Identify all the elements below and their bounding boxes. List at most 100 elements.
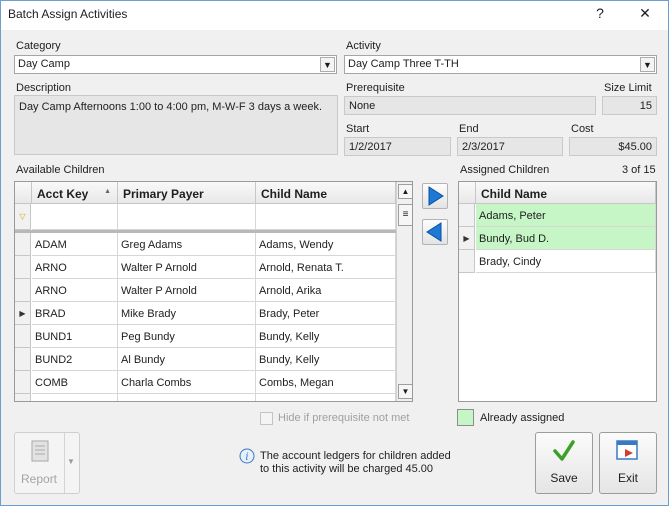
window-title: Batch Assign Activities [8, 7, 128, 21]
row-indicator[interactable] [15, 394, 31, 401]
add-to-assigned-button[interactable] [422, 183, 448, 209]
row-indicator-header [459, 182, 476, 204]
row-indicator[interactable] [15, 325, 31, 348]
exit-button[interactable]: Exit [599, 432, 657, 494]
current-row-indicator-icon[interactable]: ▶ [459, 227, 475, 250]
exit-button-label: Exit [617, 471, 638, 485]
table-cell[interactable]: Walter P Arnold [118, 256, 256, 279]
start-label: Start [346, 123, 370, 135]
end-field: 2/3/2017 [457, 137, 563, 156]
table-cell[interactable]: Bundy, Kelly [256, 348, 396, 371]
column-header-acct-key[interactable]: Acct Key ▲ [32, 182, 118, 204]
table-cell[interactable]: BRAD [32, 302, 118, 325]
table-cell[interactable]: Combs, Megan [256, 371, 396, 394]
assigned-row[interactable]: Bundy, Bud D. [476, 227, 656, 250]
table-cell[interactable]: COMB [32, 371, 118, 394]
row-indicator[interactable] [15, 371, 31, 394]
table-cell[interactable]: Arnold, Renata T. [256, 256, 396, 279]
table-cell[interactable] [118, 394, 256, 401]
column-header-primary-payer[interactable]: Primary Payer [118, 182, 256, 204]
vertical-scrollbar[interactable]: ▲ ≡ ▼ [396, 182, 412, 401]
table-cell[interactable]: Brady, Peter [256, 302, 396, 325]
report-button-label: Report [21, 472, 58, 486]
filter-cell-child-name[interactable] [256, 204, 396, 230]
size-limit-value: 15 [639, 100, 652, 112]
category-select[interactable]: Day Camp ▼ [14, 55, 337, 74]
split-divider [64, 433, 65, 493]
assigned-row[interactable]: Brady, Cindy [476, 250, 656, 273]
activity-label: Activity [346, 40, 381, 52]
table-cell[interactable]: Al Bundy [118, 348, 256, 371]
table-cell[interactable]: Mike Brady [118, 302, 256, 325]
table-cell[interactable] [256, 394, 396, 401]
row-indicator[interactable] [15, 348, 31, 371]
help-button[interactable]: ? [586, 5, 614, 21]
batch-assign-window: Batch Assign Activities ? ✕ Category Day… [0, 0, 669, 506]
title-bar: Batch Assign Activities ? ✕ [1, 1, 668, 30]
column-header-child-name[interactable]: Child Name [256, 182, 396, 204]
row-indicator[interactable] [459, 204, 475, 227]
description-label: Description [16, 82, 72, 94]
hide-prerequisite-checkbox[interactable] [260, 412, 273, 425]
chevron-down-icon[interactable]: ▼ [67, 457, 75, 466]
activity-select[interactable]: Day Camp Three T-TH ▼ [344, 55, 657, 74]
acct-key-header-label: Acct Key [37, 187, 89, 201]
end-label: End [459, 123, 479, 135]
activity-value: Day Camp Three T-TH [348, 58, 459, 70]
row-indicator[interactable] [15, 256, 31, 279]
table-cell[interactable]: Peg Bundy [118, 325, 256, 348]
scroll-down-icon[interactable]: ▼ [398, 384, 412, 399]
table-cell[interactable]: ARNO [32, 279, 118, 302]
assigned-row[interactable]: Adams, Peter [476, 204, 656, 227]
assigned-count: 3 of 15 [622, 164, 656, 176]
close-button[interactable]: ✕ [631, 5, 659, 22]
chevron-down-icon[interactable]: ▼ [640, 57, 655, 72]
info-line-1: The account ledgers for children added [260, 450, 451, 462]
save-button-label: Save [550, 471, 578, 485]
end-value: 2/3/2017 [462, 141, 505, 153]
table-cell[interactable]: Adams, Wendy [256, 233, 396, 256]
cost-value: $45.00 [618, 141, 652, 153]
info-line-2: to this activity will be charged 45.00 [260, 463, 434, 475]
table-cell[interactable]: Arnold, Arika [256, 279, 396, 302]
table-cell[interactable]: ARNO [32, 256, 118, 279]
scroll-thumb[interactable]: ≡ [398, 204, 412, 226]
row-indicator[interactable] [15, 233, 31, 256]
table-cell[interactable]: Charla Combs [118, 371, 256, 394]
filter-cell-primary-payer[interactable] [118, 204, 256, 230]
assigned-children-label: Assigned Children [460, 164, 550, 176]
row-indicator[interactable] [15, 279, 31, 302]
prerequisite-value: None [349, 100, 376, 112]
exit-icon [616, 440, 638, 460]
table-cell[interactable] [32, 394, 118, 401]
primary-payer-header-label: Primary Payer [123, 187, 204, 201]
table-cell[interactable]: ADAM [32, 233, 118, 256]
scroll-up-icon[interactable]: ▲ [398, 184, 412, 199]
start-value: 1/2/2017 [349, 141, 392, 153]
arrow-left-icon [426, 222, 442, 242]
chevron-down-icon[interactable]: ▼ [320, 57, 335, 72]
table-cell[interactable]: BUND1 [32, 325, 118, 348]
save-button[interactable]: Save [535, 432, 593, 494]
filter-icon: ▽ [15, 204, 31, 230]
prerequisite-label: Prerequisite [346, 82, 405, 94]
report-button[interactable]: Report ▼ [14, 432, 80, 494]
size-limit-field: 15 [602, 96, 657, 115]
current-row-indicator-icon[interactable]: ▶ [15, 302, 31, 325]
report-icon [31, 440, 49, 462]
table-cell[interactable]: Bundy, Kelly [256, 325, 396, 348]
remove-from-assigned-button[interactable] [422, 219, 448, 245]
table-cell[interactable]: Walter P Arnold [118, 279, 256, 302]
hide-prerequisite-label: Hide if prerequisite not met [278, 412, 410, 424]
cost-label: Cost [571, 123, 594, 135]
child-name-header-label: Child Name [481, 187, 548, 201]
filter-cell-acct-key[interactable] [32, 204, 118, 230]
description-field: Day Camp Afternoons 1:00 to 4:00 pm, M-W… [14, 95, 338, 155]
category-value: Day Camp [18, 58, 70, 70]
table-cell[interactable]: Greg Adams [118, 233, 256, 256]
cost-field: $45.00 [569, 137, 657, 156]
available-children-grid: Acct Key ▲ Primary Payer Child Name ▽ AD… [14, 181, 413, 402]
table-cell[interactable]: BUND2 [32, 348, 118, 371]
row-indicator[interactable] [459, 250, 475, 273]
column-header-child-name[interactable]: Child Name [476, 182, 656, 204]
